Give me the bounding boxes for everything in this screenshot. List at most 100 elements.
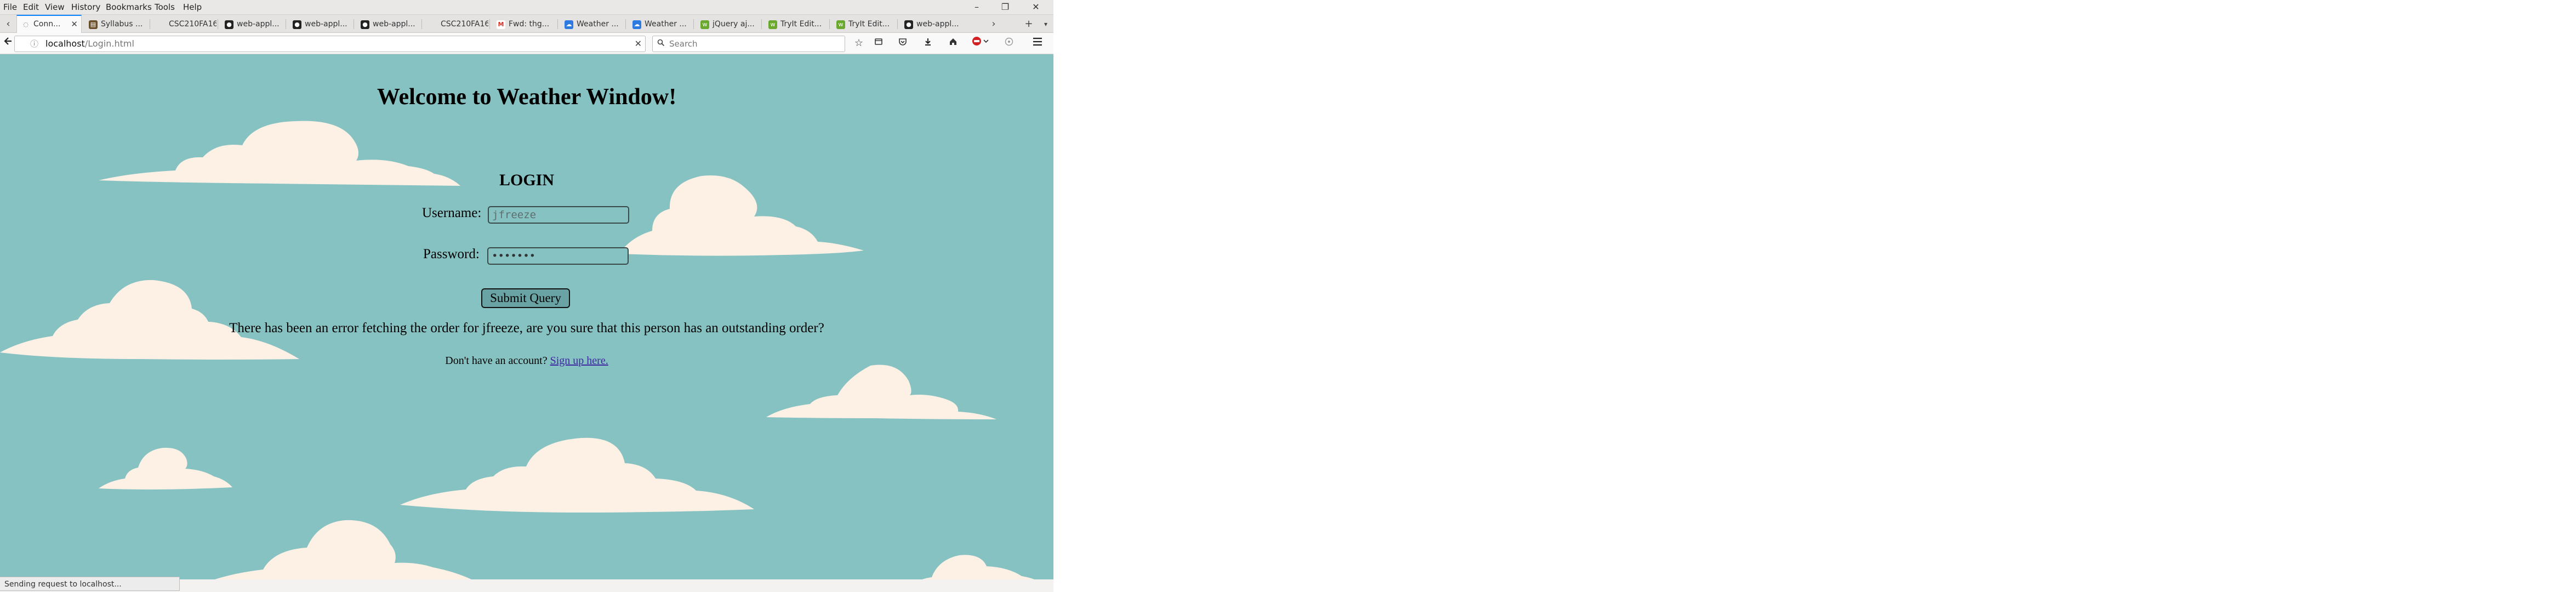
tab-6[interactable]: CSC210FA16_... [424,16,488,32]
tab-10[interactable]: w jQuery aj... [696,16,760,32]
tab-label: web-appl... [916,20,959,29]
close-window-button[interactable]: ✕ [1026,1,1046,13]
gmail-icon: M [497,20,505,29]
search-icon [657,36,665,52]
document-icon: ▤ [89,20,98,29]
tab-5[interactable]: ● web-appl... [356,16,420,32]
tab-separator [693,19,694,29]
back-button[interactable] [1,36,15,50]
page-title: Welcome to Weather Window! [377,84,677,110]
tab-separator [557,19,558,29]
loading-icon: ◌ [23,21,29,28]
adblock-icon[interactable] [970,36,992,50]
tab-2[interactable]: CSC210FA16_... [152,16,216,32]
menu-tools[interactable]: Tools [155,2,175,12]
tab-13[interactable]: ● web-appl... [900,16,964,32]
tab-scroll-left-button[interactable]: ‹ [1,17,15,31]
w3schools-icon: w [768,20,777,29]
pocket-icon[interactable] [896,36,910,50]
status-bar: Sending request to localhost... [0,577,180,591]
menu-edit[interactable]: Edit [23,2,39,12]
password-field[interactable] [487,247,629,265]
tab-label: Weather ... [645,20,687,29]
github-icon: ● [293,20,301,29]
tab-label: TryIt Edit... [848,20,890,29]
cloud-image [922,555,1035,579]
cloud-image [766,365,996,419]
menu-help[interactable]: Help [183,2,202,12]
cloud-image [400,437,754,513]
w3schools-icon: w [700,20,709,29]
home-icon[interactable] [946,36,960,50]
tab-4[interactable]: ● web-appl... [288,16,352,32]
tab-separator [421,19,422,29]
hamburger-menu-icon[interactable] [1030,36,1045,50]
page-content: Welcome to Weather Window! LOGIN Usernam… [0,54,1053,579]
library-icon[interactable] [871,36,886,50]
github-icon: ● [225,20,233,29]
error-message: There has been an error fetching the ord… [229,321,824,335]
menu-bookmarks[interactable]: Bookmarks [106,2,152,12]
cloud-image [0,280,299,360]
tab-label: CSC210FA16_... [169,20,216,29]
tab-7[interactable]: M Fwd: thg... [492,16,556,32]
github-icon: ● [904,20,913,29]
search-bar[interactable]: Search [652,36,845,52]
url-host: localhost [45,38,85,49]
signup-prompt: Don't have an account? Sign up here. [0,355,1053,367]
restore-button[interactable]: ❐ [995,1,1015,13]
tab-separator [897,19,898,29]
browser-window: File Edit View History Bookmarks Tools H… [0,0,1053,592]
tab-12[interactable]: w TryIt Edit... [832,16,896,32]
menu-bar: File Edit View History Bookmarks Tools H… [0,0,1053,15]
menu-history[interactable]: History [71,2,100,12]
tab-scroll-right-button[interactable]: › [987,17,1001,31]
tab-strip: ‹ ◌Conn...✕▤Syllabus ...CSC210FA16_...●w… [0,15,1053,33]
stop-loading-icon[interactable]: ✕ [635,36,642,52]
page-icon [429,20,437,29]
tab-label: CSC210FA16_... [441,20,488,29]
minimize-button[interactable]: – [967,1,987,13]
tab-label: TryIt Edit... [780,20,822,29]
weather-icon: ☁ [632,20,641,29]
new-tab-button[interactable]: + [1022,17,1036,31]
extension-icon[interactable] [1002,36,1016,50]
signup-prompt-text: Don't have an account? [445,355,548,367]
tab-separator [489,19,490,29]
bookmark-star-icon[interactable]: ☆ [852,36,866,50]
tab-1[interactable]: ▤ Syllabus ... [84,16,149,32]
submit-query-button[interactable]: Submit Query [481,288,570,308]
tab-label: web-appl... [373,20,415,29]
tab-3[interactable]: ● web-appl... [220,16,284,32]
navigation-bar: ⓘ localhost/Login.html ✕ Search ☆ [0,33,1053,54]
url-path: /Login.html [84,38,134,49]
tab-8[interactable]: ☁ Weather ... [560,16,624,32]
github-icon: ● [361,20,369,29]
password-label: Password: [423,247,480,261]
tab-11[interactable]: w TryIt Edit... [764,16,828,32]
site-info-icon[interactable]: ⓘ [30,36,38,52]
close-tab-icon[interactable]: ✕ [71,16,78,32]
tab-label: web-appl... [305,20,347,29]
tab-list-button[interactable]: ▾ [1039,17,1053,31]
tab-9[interactable]: ☁ Weather ... [628,16,692,32]
tab-label: Syllabus ... [101,20,143,29]
menu-file[interactable]: File [3,2,17,12]
tab-separator [761,19,762,29]
w3schools-icon: w [836,20,845,29]
tab-label: Weather ... [577,20,619,29]
tab-label: web-appl... [237,20,280,29]
tab-label: jQuery aj... [713,20,755,29]
cloud-image [215,520,471,579]
back-arrow-icon [4,37,12,45]
downloads-icon[interactable] [921,36,935,50]
tab-0[interactable]: ◌ Conn... ✕ [16,15,82,33]
weather-icon: ☁ [565,20,573,29]
signup-link[interactable]: Sign up here. [550,355,608,367]
url-bar[interactable]: ⓘ localhost/Login.html ✕ [14,36,646,52]
tab-separator [829,19,830,29]
login-heading: LOGIN [499,171,555,189]
username-field[interactable] [488,206,629,224]
username-label: Username: [422,206,482,220]
menu-view[interactable]: View [45,2,65,12]
